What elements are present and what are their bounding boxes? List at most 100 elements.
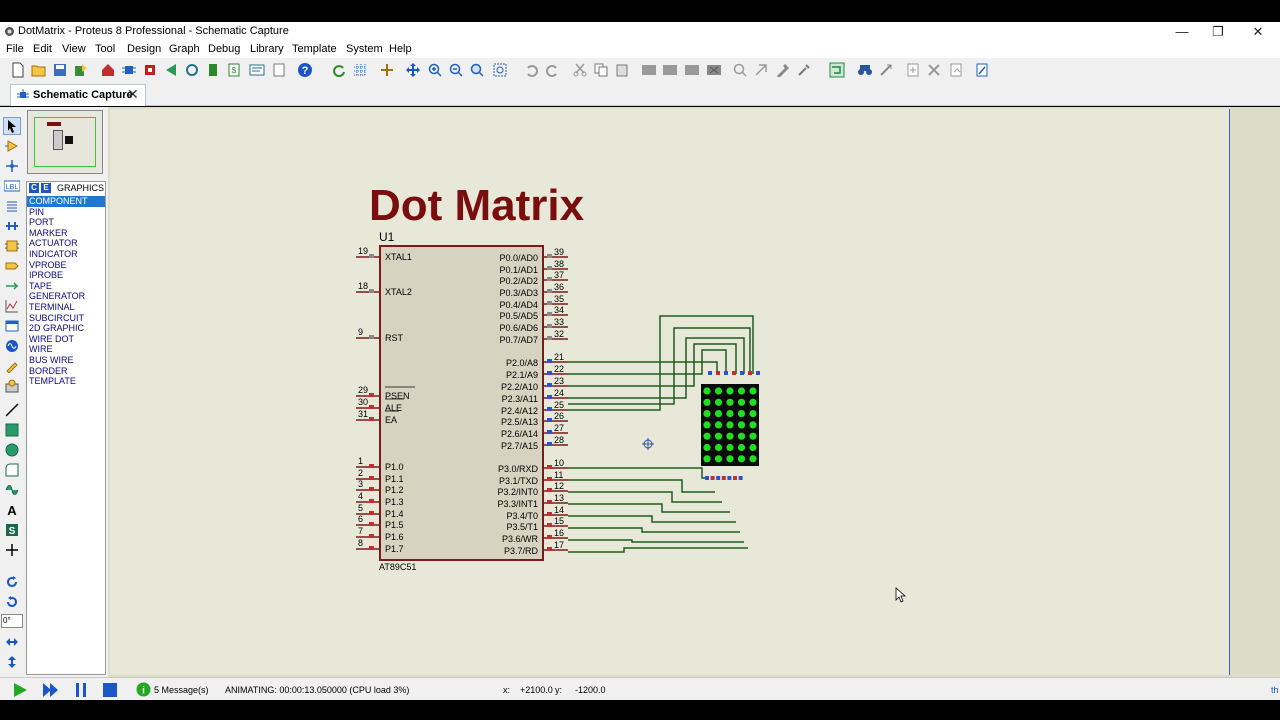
instruments-icon[interactable] — [3, 377, 21, 395]
selection-mode-icon[interactable] — [3, 117, 21, 135]
list-item[interactable]: WIRE DOT — [27, 334, 105, 345]
flip-horizontal-icon[interactable] — [3, 633, 21, 651]
list-item[interactable]: TAPE — [27, 281, 105, 292]
rotate-anticlockwise-icon[interactable] — [3, 593, 21, 611]
list-item[interactable]: ACTUATOR — [27, 238, 105, 249]
wire-label-icon[interactable]: LBL — [3, 177, 21, 195]
close-window-button[interactable]: ✕ — [1248, 24, 1268, 40]
flip-vertical-icon[interactable] — [3, 653, 21, 671]
junction-dot-icon[interactable] — [3, 157, 21, 175]
help-icon[interactable]: ? — [296, 61, 314, 79]
2d-box-icon[interactable] — [3, 421, 21, 439]
notes-icon[interactable] — [270, 61, 288, 79]
2d-symbol-icon[interactable]: S — [3, 521, 21, 539]
remove-sheet-icon[interactable] — [925, 61, 943, 79]
menu-system[interactable]: System — [346, 43, 383, 55]
new-sheet-icon[interactable] — [904, 61, 922, 79]
2d-markers-icon[interactable] — [3, 541, 21, 559]
block-move-icon[interactable] — [661, 61, 679, 79]
grid-icon[interactable] — [351, 61, 369, 79]
zoom-in-icon[interactable] — [426, 61, 444, 79]
property-assignment-icon[interactable] — [877, 61, 895, 79]
undo-icon[interactable] — [522, 61, 540, 79]
save-icon[interactable] — [51, 61, 69, 79]
stop-button[interactable] — [102, 682, 118, 700]
2d-line-icon[interactable] — [3, 401, 21, 419]
zoom-all-icon[interactable] — [468, 61, 486, 79]
list-item[interactable]: TERMINAL — [27, 302, 105, 313]
rotation-angle-field[interactable]: 0° — [1, 614, 23, 628]
make-device-icon[interactable] — [752, 61, 770, 79]
schematic-editing-window[interactable]: Dot Matrix U1 AT89C51 19 XTAL1 18 XTAL2 9 RST 29 P… — [108, 107, 1280, 677]
step-button[interactable] — [42, 682, 60, 700]
minimize-button[interactable]: — — [1172, 24, 1192, 40]
zoom-out-icon[interactable] — [447, 61, 465, 79]
menu-debug[interactable]: Debug — [208, 43, 240, 55]
buses-icon[interactable] — [3, 217, 21, 235]
3d-visualizer-icon[interactable] — [162, 61, 180, 79]
design-notes-icon[interactable] — [973, 61, 991, 79]
graph-mode-icon[interactable] — [3, 297, 21, 315]
rotate-clockwise-icon[interactable] — [3, 573, 21, 591]
list-item[interactable]: GENERATOR — [27, 291, 105, 302]
menu-view[interactable]: View — [62, 43, 86, 55]
list-item[interactable]: INDICATOR — [27, 249, 105, 260]
redo-icon[interactable] — [544, 61, 562, 79]
menu-graph[interactable]: Graph — [169, 43, 200, 55]
menu-help[interactable]: Help — [389, 43, 412, 55]
exit-to-parent-icon[interactable] — [947, 61, 965, 79]
refresh-icon[interactable] — [330, 61, 348, 79]
menu-design[interactable]: Design — [127, 43, 161, 55]
menu-template[interactable]: Template — [292, 43, 337, 55]
2d-path-icon[interactable] — [3, 481, 21, 499]
paste-icon[interactable] — [613, 61, 631, 79]
sub-circuit-icon[interactable] — [3, 237, 21, 255]
menu-library[interactable]: Library — [250, 43, 284, 55]
import-icon[interactable] — [72, 61, 90, 79]
menu-edit[interactable]: Edit — [33, 43, 52, 55]
cut-icon[interactable] — [571, 61, 589, 79]
bill-of-materials-icon[interactable]: $ — [225, 61, 243, 79]
pan-icon[interactable] — [404, 61, 422, 79]
pcb-layout-icon[interactable] — [141, 61, 159, 79]
menu-tool[interactable]: Tool — [95, 43, 115, 55]
pick-device-icon[interactable] — [731, 61, 749, 79]
device-pins-icon[interactable] — [3, 277, 21, 295]
open-folder-icon[interactable] — [30, 61, 48, 79]
block-delete-icon[interactable] — [705, 61, 723, 79]
terminals-mode-icon[interactable] — [3, 257, 21, 275]
copy-icon[interactable] — [592, 61, 610, 79]
list-item[interactable]: WIRE — [27, 344, 105, 355]
new-file-icon[interactable] — [9, 61, 27, 79]
block-rotate-icon[interactable] — [683, 61, 701, 79]
tab-schematic-capture[interactable]: Schematic Capture ✕ — [10, 84, 146, 106]
info-icon[interactable]: i — [136, 682, 151, 699]
probe-mode-icon[interactable] — [3, 357, 21, 375]
restore-button[interactable]: ❐ — [1208, 24, 1228, 40]
home-icon[interactable] — [99, 61, 117, 79]
schematic-drawing[interactable]: Dot MatrixU1AT89C5119XTAL118XTAL29RST29P… — [110, 109, 1230, 675]
decompose-icon[interactable] — [795, 61, 813, 79]
pause-button[interactable] — [74, 682, 88, 700]
list-item[interactable]: PORT — [27, 217, 105, 228]
component-mode-icon[interactable] — [3, 137, 21, 155]
overview-window[interactable] — [27, 110, 103, 174]
schematic-icon[interactable] — [120, 61, 138, 79]
list-item[interactable]: COMPONENT — [27, 196, 105, 207]
block-copy-icon[interactable] — [640, 61, 658, 79]
tape-recorder-icon[interactable] — [3, 317, 21, 335]
2d-text-icon[interactable]: A — [3, 501, 21, 519]
gerber-viewer-icon[interactable] — [183, 61, 201, 79]
list-item[interactable]: MARKER — [27, 228, 105, 239]
generator-mode-icon[interactable] — [3, 337, 21, 355]
search-tag-icon[interactable] — [856, 61, 874, 79]
tab-close-button[interactable]: ✕ — [127, 86, 139, 103]
list-item[interactable]: VPROBE — [27, 260, 105, 271]
schematic-sheet[interactable]: Dot Matrix U1 AT89C51 19 XTAL1 18 XTAL2 9 RST 29 P… — [110, 109, 1230, 675]
messages-count[interactable]: 5 Message(s) — [154, 685, 209, 695]
list-item[interactable]: BORDER — [27, 366, 105, 377]
list-item[interactable]: PIN — [27, 207, 105, 218]
zoom-area-icon[interactable] — [491, 61, 509, 79]
components-toggle-button[interactable]: C — [29, 183, 39, 193]
wire-autorouter-icon[interactable] — [828, 61, 846, 79]
